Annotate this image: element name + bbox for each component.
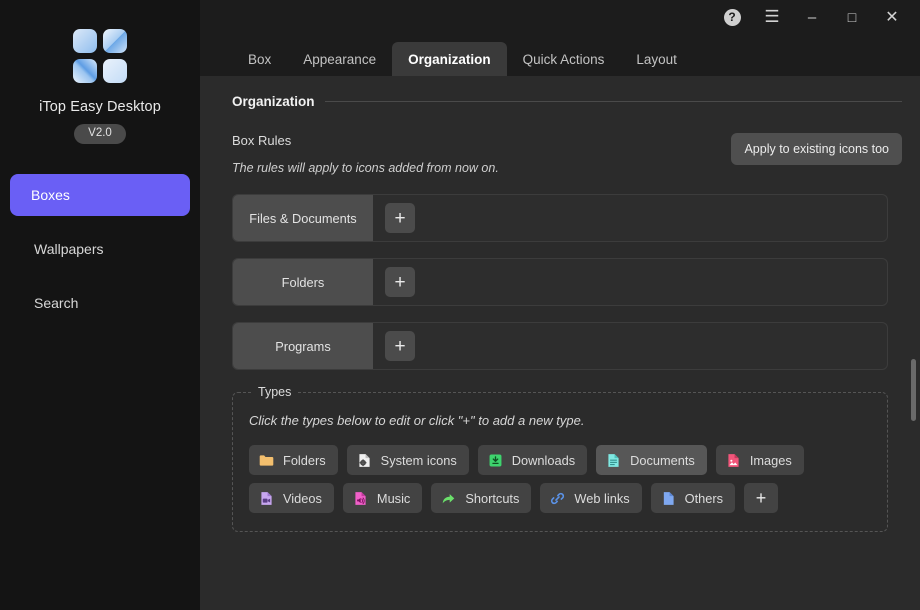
- tab-label: Quick Actions: [522, 51, 605, 67]
- tab-label: Box: [248, 51, 272, 67]
- app-window: iTop Easy Desktop V2.0 Boxes Wallpapers …: [0, 0, 920, 610]
- content-area: Organization Box Rules The rules will ap…: [200, 76, 920, 610]
- minimize-icon: –: [807, 8, 817, 26]
- sidebar-item-label: Boxes: [31, 186, 70, 203]
- type-chip-label: Documents: [630, 452, 695, 468]
- others-file-icon: [663, 491, 674, 505]
- tab-organization[interactable]: Organization: [392, 42, 507, 76]
- app-title: iTop Easy Desktop: [39, 99, 161, 115]
- help-button[interactable]: ?: [712, 0, 752, 34]
- image-icon: [728, 453, 739, 467]
- add-rule-button[interactable]: +: [385, 267, 415, 297]
- tab-label: Organization: [408, 51, 491, 67]
- folder-icon: [259, 454, 274, 466]
- type-chip-label: Downloads: [511, 452, 576, 468]
- tab-bar: Box Appearance Organization Quick Action…: [200, 34, 920, 76]
- sidebar-item-search[interactable]: Search: [10, 282, 190, 324]
- type-chip-documents[interactable]: Documents: [596, 445, 707, 475]
- rule-label-chip[interactable]: Files & Documents: [233, 195, 373, 241]
- close-button[interactable]: ✕: [872, 0, 912, 34]
- system-gear-icon: [359, 453, 370, 467]
- section-header: Organization: [232, 94, 902, 109]
- sidebar: iTop Easy Desktop V2.0 Boxes Wallpapers …: [0, 0, 200, 610]
- apply-to-existing-icons-button[interactable]: Apply to existing icons too: [731, 133, 902, 165]
- link-icon: [551, 492, 565, 504]
- menu-icon: ☰: [764, 7, 780, 26]
- menu-button[interactable]: ☰: [752, 0, 792, 34]
- tab-box[interactable]: Box: [232, 42, 287, 76]
- rule-row-files-documents: Files & Documents +: [232, 194, 888, 242]
- type-chip-label: Shortcuts: [465, 490, 520, 506]
- shortcut-arrow-icon: [443, 493, 455, 503]
- rule-row-programs: Programs +: [232, 322, 888, 370]
- box-rules-header: Box Rules The rules will apply to icons …: [232, 133, 902, 175]
- box-rules-list: Files & Documents + Folders + Programs +: [232, 194, 902, 370]
- box-rules-label: Box Rules: [232, 133, 292, 148]
- type-chip-folders[interactable]: Folders: [249, 445, 338, 475]
- add-rule-button[interactable]: +: [385, 203, 415, 233]
- types-hint: Click the types below to edit or click "…: [249, 413, 585, 428]
- page-title: Organization: [232, 94, 315, 109]
- rule-label-chip[interactable]: Programs: [233, 323, 373, 369]
- video-icon: [261, 491, 272, 505]
- type-chip-label: System icons: [380, 452, 457, 468]
- sidebar-item-boxes[interactable]: Boxes: [10, 173, 190, 216]
- download-icon: [489, 454, 502, 466]
- maximize-button[interactable]: □: [832, 0, 872, 34]
- help-icon: ?: [723, 8, 741, 26]
- section-divider: [324, 101, 902, 102]
- rule-label-chip[interactable]: Folders: [233, 259, 373, 305]
- tab-layout[interactable]: Layout: [620, 42, 693, 76]
- type-chip-others[interactable]: Others: [650, 483, 736, 513]
- sidebar-item-label: Wallpapers: [34, 240, 104, 257]
- add-type-button[interactable]: +: [744, 483, 779, 513]
- type-chip-images[interactable]: Images: [715, 445, 804, 475]
- window-titlebar: ? ☰ – □ ✕: [200, 0, 920, 34]
- tab-quick-actions[interactable]: Quick Actions: [507, 42, 621, 76]
- type-chip-downloads[interactable]: Downloads: [477, 445, 588, 475]
- version-badge: V2.0: [74, 124, 126, 144]
- sidebar-nav: Boxes Wallpapers Search: [0, 173, 200, 330]
- tab-label: Appearance: [303, 51, 377, 67]
- rule-row-body: +: [373, 259, 887, 305]
- add-rule-button[interactable]: +: [385, 331, 415, 361]
- type-chip-label: Images: [749, 452, 792, 468]
- rule-row-body: +: [373, 195, 887, 241]
- four-squares-logo: [69, 25, 131, 87]
- tab-appearance[interactable]: Appearance: [287, 42, 392, 76]
- type-chip-label: Folders: [283, 452, 326, 468]
- type-chip-music[interactable]: Music: [342, 483, 423, 513]
- type-chip-label: Videos: [283, 490, 322, 506]
- box-rules-subtitle: The rules will apply to icons added from…: [232, 161, 499, 175]
- type-chip-label: Music: [376, 490, 411, 506]
- type-chip-list: Folders System icons Downloads Documents…: [249, 445, 809, 513]
- document-icon: [608, 453, 619, 467]
- maximize-icon: □: [847, 9, 857, 25]
- music-icon: [355, 491, 366, 505]
- rule-row-folders: Folders +: [232, 258, 888, 306]
- rule-row-body: +: [373, 323, 887, 369]
- scrollbar-thumb[interactable]: [911, 359, 916, 421]
- close-icon: ✕: [885, 9, 899, 26]
- type-chip-label: Web links: [574, 490, 630, 506]
- types-legend: Types: [251, 385, 299, 399]
- main-pane: ? ☰ – □ ✕ Box Appearance Organization Qu…: [200, 0, 920, 610]
- types-section: Types Click the types below to edit or c…: [232, 385, 888, 532]
- sidebar-item-label: Search: [34, 294, 79, 311]
- minimize-button[interactable]: –: [792, 0, 832, 34]
- type-chip-system-icons[interactable]: System icons: [346, 445, 469, 475]
- type-chip-shortcuts[interactable]: Shortcuts: [431, 483, 532, 513]
- type-chip-label: Others: [684, 490, 724, 506]
- sidebar-item-wallpapers[interactable]: Wallpapers: [10, 228, 190, 270]
- type-chip-web-links[interactable]: Web links: [540, 483, 642, 513]
- tab-label: Layout: [636, 51, 677, 67]
- type-chip-videos[interactable]: Videos: [249, 483, 334, 513]
